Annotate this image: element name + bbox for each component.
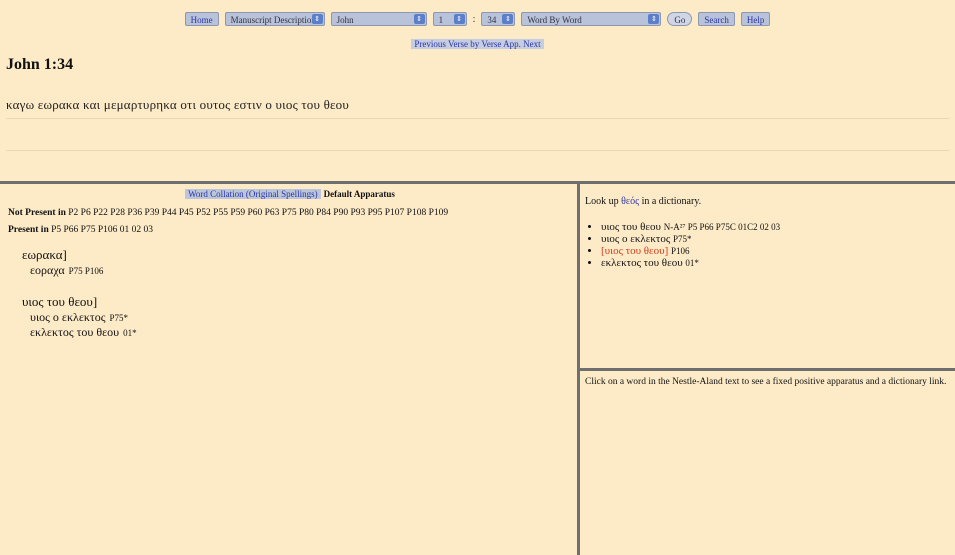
list-item: υιος του θεου N-A²⁷ P5 P66 P75C 01C2 02 … [601, 221, 950, 233]
dictionary-link[interactable]: θεός [621, 196, 639, 207]
chapter-verse-separator: : [472, 13, 476, 25]
apparatus-panel: Word Collation (Original Spellings) Defau… [5, 184, 575, 555]
view-select-value: Manuscript Descriptions [230, 15, 320, 25]
present-label: Present in [8, 225, 49, 235]
reading-witnesses: N-A²⁷ P5 P66 P75C 01C2 02 03 [663, 222, 781, 232]
variant-reading: εκλεκτος του θεου 01* [30, 325, 575, 340]
verse-navigation: Previous Verse by Verse App. Next [0, 39, 955, 49]
chevron-down-icon: ⇕ [413, 14, 425, 24]
tab-word-collation[interactable]: Word Collation (Original Spellings) [185, 189, 321, 199]
view-select[interactable]: Manuscript Descriptions ⇕ [224, 12, 325, 26]
variant-witnesses: 01* [123, 328, 137, 338]
search-link[interactable]: Search [698, 12, 735, 26]
lookup-line: Look up θεός in a dictionary. [585, 196, 950, 207]
toolbar: Home Manuscript Descriptions ⇕ John ⇕ 1 … [0, 8, 955, 30]
home-button[interactable]: Home [184, 12, 219, 26]
reading-text: εκλεκτος του θεου [601, 257, 683, 269]
reading-witnesses: P75* [672, 234, 692, 244]
chevron-down-icon: ⇕ [311, 14, 323, 24]
list-item: υιος ο εκλεκτος P75* [601, 233, 950, 245]
variant-witnesses: P75 P106 [68, 266, 104, 276]
variant-reading: εοραχα P75 P106 [30, 263, 575, 278]
present-line: Present in P5 P66 P75 P106 01 02 03 [8, 225, 575, 235]
mode-select-value: Word By Word [527, 15, 582, 25]
verse-select-value: 34 [487, 15, 497, 25]
reading-text-highlight: [υιος του θεου] [601, 245, 669, 257]
list-item: εκλεκτος του θεου 01* [601, 257, 950, 269]
lookup-suffix: in a dictionary. [641, 196, 702, 207]
list-item: [υιος του θεου] P106 [601, 245, 950, 257]
lemma[interactable]: εωρακα] [22, 247, 575, 263]
chevron-down-icon: ⇕ [648, 14, 660, 24]
prev-next-links[interactable]: Previous Verse by Verse App. Next [411, 39, 544, 49]
apparatus-tabs: Word Collation (Original Spellings) Defau… [5, 189, 575, 199]
page-title: John 1:34 [6, 56, 74, 73]
variant-witnesses: P75* [109, 313, 129, 323]
reading-text: υιος του θεου [601, 221, 661, 233]
variant-reading: υιος ο εκλεκτος P75* [30, 310, 575, 325]
present-list: P5 P66 P75 P106 01 02 03 [51, 225, 153, 235]
tab-default-apparatus[interactable]: Default Apparatus [324, 189, 395, 199]
verse-text[interactable]: καγω εωρακα και μεμαρτυρηκα οτι ουτος εσ… [6, 97, 349, 113]
lookup-prefix: Look up [585, 196, 619, 207]
help-text: Click on a word in the Nestle-Aland text… [585, 377, 947, 387]
chevron-down-icon: ⇕ [453, 14, 465, 24]
panel-divider-right [577, 368, 955, 371]
book-select-value: John [336, 15, 354, 25]
verse-select[interactable]: 34 ⇕ [481, 12, 516, 26]
mode-select[interactable]: Word By Word ⇕ [521, 12, 662, 26]
apparatus-entry: υιος του θεου] υιος ο εκλεκτος P75* εκλεκ… [22, 294, 575, 340]
variant-text: εοραχα [30, 263, 65, 277]
not-present-line: Not Present in P2 P6 P22 P28 P36 P39 P44… [8, 208, 575, 218]
help-link[interactable]: Help [740, 12, 771, 26]
chapter-select[interactable]: 1 ⇕ [432, 12, 467, 26]
divider [6, 150, 949, 151]
readings-list: υιος του θεου N-A²⁷ P5 P66 P75C 01C2 02 … [585, 221, 950, 269]
go-button[interactable]: Go [667, 12, 693, 26]
chevron-down-icon: ⇕ [502, 14, 514, 24]
not-present-list: P2 P6 P22 P28 P36 P39 P44 P45 P52 P55 P5… [68, 208, 449, 218]
reading-witnesses: 01* [685, 258, 699, 268]
apparatus-entry: εωρακα] εοραχα P75 P106 [22, 247, 575, 278]
lemma[interactable]: υιος του θεου] [22, 294, 575, 310]
chapter-select-value: 1 [438, 15, 444, 25]
variant-text: υιος ο εκλεκτος [30, 310, 106, 324]
reading-witnesses: P106 [671, 246, 690, 256]
book-select[interactable]: John ⇕ [330, 12, 427, 26]
not-present-label: Not Present in [8, 208, 66, 218]
variant-text: εκλεκτος του θεου [30, 325, 120, 339]
dictionary-panel: Look up θεός in a dictionary. υιος του θ… [585, 196, 950, 269]
reading-text: υιος ο εκλεκτος [601, 233, 671, 245]
divider [6, 118, 949, 119]
